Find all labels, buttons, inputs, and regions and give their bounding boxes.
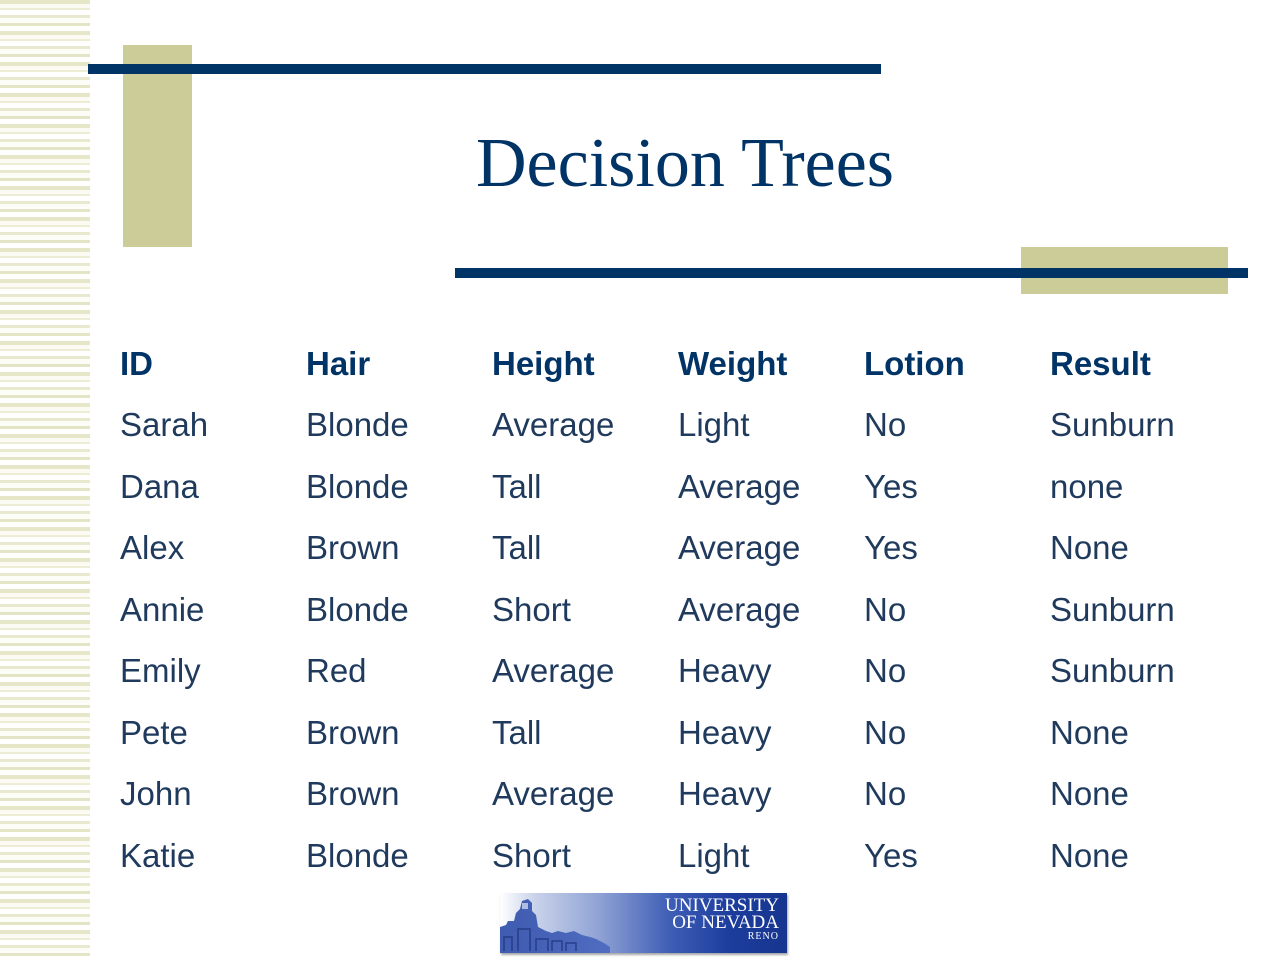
- cell-hair: Red: [306, 652, 367, 690]
- cell-weight: Heavy: [678, 775, 772, 813]
- decorative-stripes: [0, 0, 90, 960]
- cell-lotion: No: [864, 713, 907, 751]
- cell-height: Short: [492, 590, 571, 628]
- cell-id: Katie: [120, 836, 196, 874]
- cell-result: Sunburn: [1050, 406, 1175, 444]
- table-row: Katie Blonde Short Light Yes None: [108, 825, 1250, 887]
- table-row: Alex Brown Tall Average Yes None: [108, 518, 1250, 580]
- cell-id: Sarah: [120, 406, 209, 444]
- cell-height: Average: [492, 775, 615, 813]
- campus-building-icon: [500, 899, 610, 953]
- cell-height: Average: [492, 406, 615, 444]
- cell-hair: Blonde: [306, 406, 409, 444]
- decorative-rule-bottom: [455, 268, 1248, 278]
- cell-lotion: No: [864, 590, 907, 628]
- cell-lotion: No: [864, 406, 907, 444]
- column-header-weight: Weight: [678, 344, 788, 382]
- cell-hair: Blonde: [306, 590, 409, 628]
- university-logo: UNIVERSITY OF NEVADA RENO: [500, 893, 787, 953]
- table-row: Pete Brown Tall Heavy No None: [108, 702, 1250, 764]
- column-header-result: Result: [1050, 344, 1151, 382]
- cell-id: Alex: [120, 529, 185, 567]
- cell-weight: Heavy: [678, 652, 772, 690]
- cell-result: None: [1050, 775, 1129, 813]
- cell-result: Sunburn: [1050, 652, 1175, 690]
- cell-id: Emily: [120, 652, 201, 690]
- cell-lotion: Yes: [864, 836, 918, 874]
- cell-id: Dana: [120, 467, 199, 505]
- table-row: John Brown Average Heavy No None: [108, 764, 1250, 826]
- cell-height: Average: [492, 652, 615, 690]
- cell-weight: Average: [678, 467, 801, 505]
- table-row: Annie Blonde Short Average No Sunburn: [108, 579, 1250, 641]
- cell-hair: Blonde: [306, 467, 409, 505]
- cell-result: none: [1050, 467, 1124, 505]
- cell-height: Tall: [492, 713, 542, 751]
- column-header-id: ID: [120, 344, 153, 382]
- decorative-rule-top: [88, 64, 881, 74]
- cell-lotion: Yes: [864, 529, 918, 567]
- cell-weight: Light: [678, 406, 750, 444]
- training-data-table: ID Hair Height Weight Lotion Result Sara…: [108, 333, 1250, 887]
- cell-result: None: [1050, 836, 1129, 874]
- cell-hair: Blonde: [306, 836, 409, 874]
- cell-id: Annie: [120, 590, 205, 628]
- cell-result: Sunburn: [1050, 590, 1175, 628]
- cell-lotion: No: [864, 775, 907, 813]
- cell-result: None: [1050, 529, 1129, 567]
- cell-weight: Heavy: [678, 713, 772, 751]
- column-header-height: Height: [492, 344, 595, 382]
- cell-hair: Brown: [306, 713, 400, 751]
- cell-id: John: [120, 775, 192, 813]
- column-header-lotion: Lotion: [864, 344, 965, 382]
- cell-weight: Average: [678, 590, 801, 628]
- cell-weight: Light: [678, 836, 750, 874]
- decorative-khaki-block-vertical: [123, 45, 192, 247]
- table-header-row: ID Hair Height Weight Lotion Result: [108, 333, 1250, 395]
- cell-weight: Average: [678, 529, 801, 567]
- logo-line-of-nevada: OF NEVADA: [672, 912, 779, 933]
- table-row: Sarah Blonde Average Light No Sunburn: [108, 395, 1250, 457]
- cell-lotion: No: [864, 652, 907, 690]
- cell-height: Short: [492, 836, 571, 874]
- cell-hair: Brown: [306, 775, 400, 813]
- cell-height: Tall: [492, 467, 542, 505]
- cell-hair: Brown: [306, 529, 400, 567]
- cell-lotion: Yes: [864, 467, 918, 505]
- cell-id: Pete: [120, 713, 188, 751]
- column-header-hair: Hair: [306, 344, 371, 382]
- table-row: Dana Blonde Tall Average Yes none: [108, 456, 1250, 518]
- cell-result: None: [1050, 713, 1129, 751]
- slide-title: Decision Trees: [476, 125, 895, 202]
- logo-wordmark: UNIVERSITY OF NEVADA RENO: [665, 896, 779, 943]
- cell-height: Tall: [492, 529, 542, 567]
- table-row: Emily Red Average Heavy No Sunburn: [108, 641, 1250, 703]
